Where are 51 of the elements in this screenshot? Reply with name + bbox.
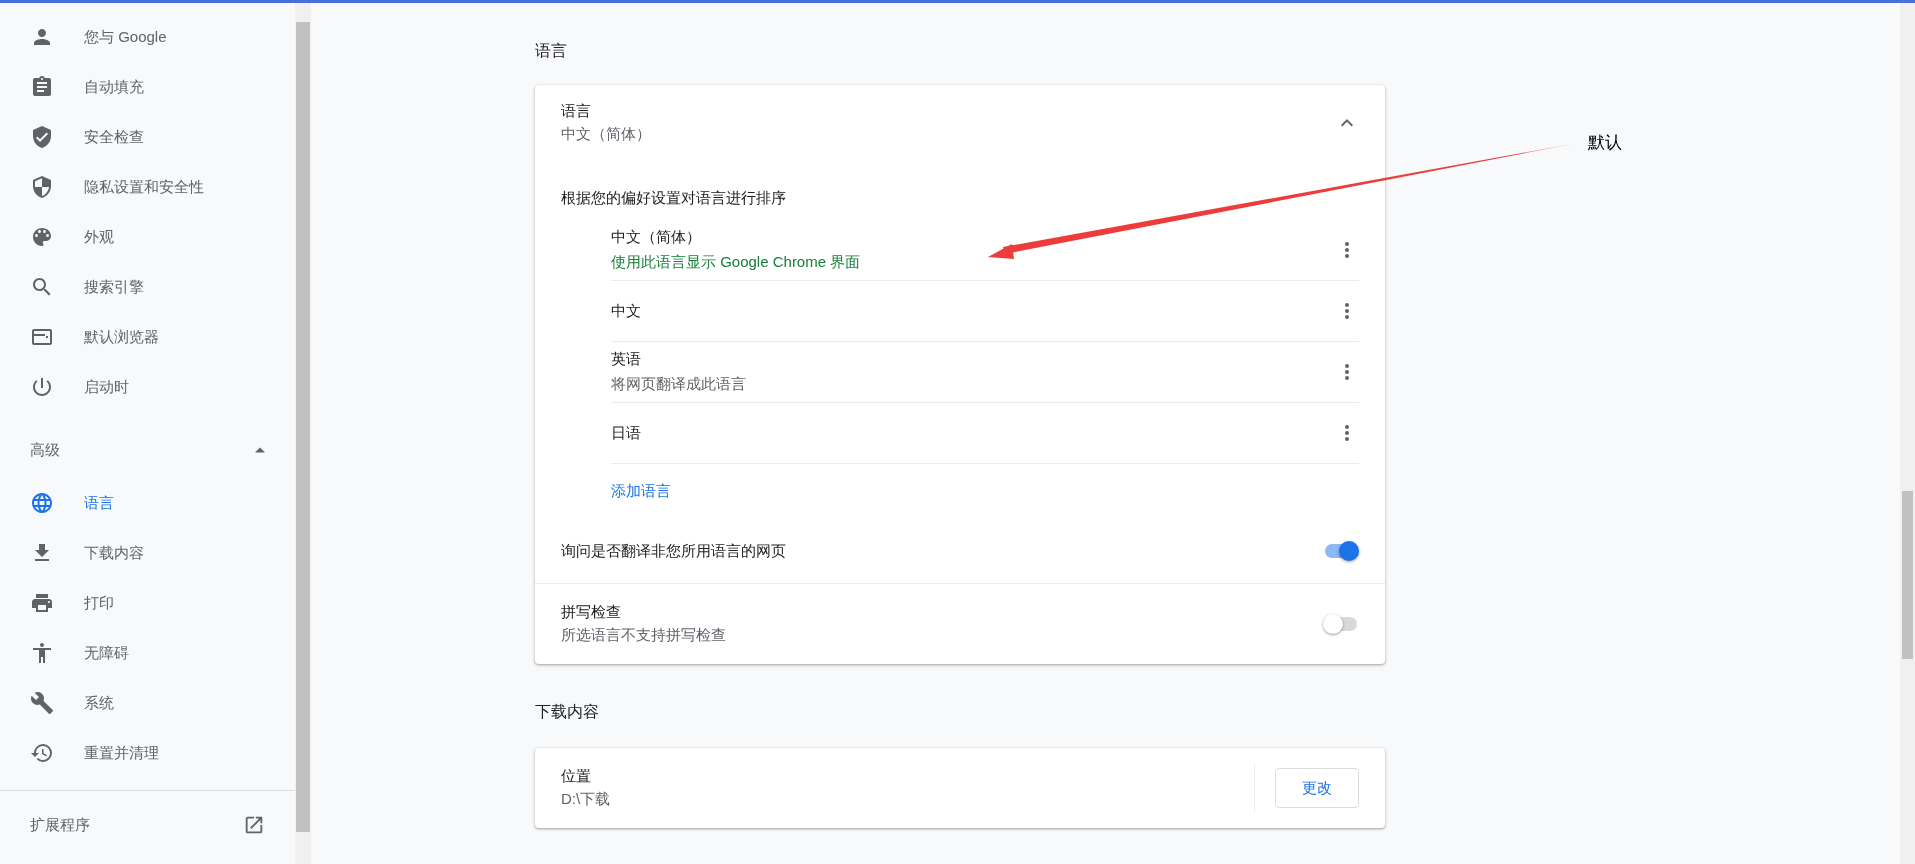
sidebar-item[interactable]: 系统 (0, 678, 295, 728)
triangle-icon (255, 447, 265, 453)
open-external-icon (243, 814, 265, 836)
sidebar-item[interactable]: 无障碍 (0, 628, 295, 678)
sidebar-item[interactable]: 您与 Google (0, 12, 295, 62)
sidebar-item[interactable]: 自动填充 (0, 62, 295, 112)
sidebar-item[interactable]: 外观 (0, 212, 295, 262)
setting-description: 所选语言不支持拼写检查 (561, 626, 726, 645)
sidebar-item[interactable]: 下载内容 (0, 528, 295, 578)
clipboard-icon (30, 75, 54, 99)
palette-icon (30, 225, 54, 249)
power-icon (30, 375, 54, 399)
shield-check-icon (30, 125, 54, 149)
shield-icon (30, 175, 54, 199)
wrench-icon (30, 691, 54, 715)
language-name: 中文（简体） (611, 228, 702, 247)
sidebar-item[interactable]: 启动时 (0, 362, 295, 412)
setting-label: 询问是否翻译非您所用语言的网页 (561, 541, 786, 561)
language-note: 使用此语言显示 Google Chrome 界面 (611, 253, 861, 272)
language-name: 中文 (611, 301, 641, 321)
setting-label: 拼写检查 (561, 603, 622, 622)
sidebar-item[interactable]: 打印 (0, 578, 295, 628)
scrollbar[interactable] (1900, 3, 1915, 864)
globe-icon (30, 491, 54, 515)
annotation-label: 默认 (1588, 132, 1622, 154)
panel-value: 中文（简体） (561, 125, 651, 144)
panel-title: 语言 (561, 102, 592, 121)
toggle-switch[interactable] (1323, 614, 1359, 634)
sidebar-item[interactable]: 安全检查 (0, 112, 295, 162)
toggle-switch[interactable] (1323, 541, 1359, 561)
section-heading: 语言 (535, 41, 568, 61)
language-name: 英语 (611, 350, 642, 369)
sidebar-item[interactable]: 默认浏览器 (0, 312, 295, 362)
language-note: 将网页翻译成此语言 (611, 375, 746, 394)
setting-value: D:\下载 (561, 790, 611, 809)
sidebar-item[interactable]: 重置并清理 (0, 728, 295, 778)
history-icon (30, 741, 54, 765)
section-heading: 下载内容 (535, 702, 600, 722)
add-language-link[interactable]: 添加语言 (611, 482, 671, 501)
accessibility-icon (30, 641, 54, 665)
sidebar-item[interactable]: 语言 (0, 478, 295, 528)
advanced-toggle[interactable]: 高级 (0, 422, 295, 478)
sidebar-item[interactable]: 搜索引擎 (0, 262, 295, 312)
order-hint: 根据您的偏好设置对语言进行排序 (560, 188, 787, 208)
extensions-link[interactable]: 扩展程序 (0, 797, 295, 853)
language-name: 日语 (611, 423, 641, 443)
scrollbar[interactable] (295, 3, 311, 864)
printer-icon (30, 591, 54, 615)
setting-label: 位置 (561, 767, 592, 786)
sidebar-item[interactable]: 隐私设置和安全性 (0, 162, 295, 212)
change-button[interactable]: 更改 (1275, 768, 1359, 808)
